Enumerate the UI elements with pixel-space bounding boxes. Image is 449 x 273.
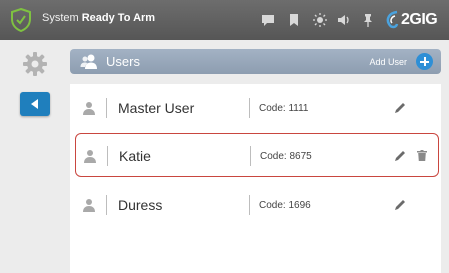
divider [107, 146, 108, 166]
list-item[interactable]: Master User Code: 1111 [70, 86, 441, 130]
system-status: System Ready To Arm [42, 12, 155, 24]
volume-icon[interactable] [336, 12, 352, 28]
users-header: Users Add User [70, 49, 441, 74]
divider [249, 195, 250, 215]
status-state: Ready To Arm [81, 12, 156, 24]
add-user-label[interactable]: Add User [369, 57, 407, 67]
message-icon[interactable] [260, 12, 276, 28]
gear-icon[interactable] [22, 51, 48, 77]
brightness-icon[interactable] [312, 12, 328, 28]
users-icon [80, 54, 97, 69]
person-icon [83, 199, 95, 212]
user-name: Master User [118, 100, 195, 116]
divider [106, 98, 107, 118]
pin-icon[interactable] [360, 12, 376, 28]
user-list: Master User Code: 1111 Katie Code: 8675 [70, 84, 441, 273]
user-code: Code: 1696 [259, 200, 311, 211]
status-bar: System Ready To Arm 2GIG [0, 0, 449, 40]
user-name: Katie [119, 148, 151, 164]
person-icon [83, 102, 95, 115]
brand-logo: 2GIG [385, 9, 438, 31]
user-name: Duress [118, 197, 163, 213]
edit-icon[interactable] [394, 150, 406, 162]
edit-icon[interactable] [394, 102, 406, 114]
person-icon [84, 150, 96, 163]
divider [250, 146, 251, 166]
shield-check-icon[interactable] [10, 8, 32, 32]
list-item[interactable]: Duress Code: 1696 [70, 183, 441, 227]
trash-icon[interactable] [417, 150, 427, 161]
user-code: Code: 8675 [260, 151, 312, 162]
edit-icon[interactable] [394, 199, 406, 211]
list-item-selected[interactable]: Katie Code: 8675 [75, 133, 439, 177]
page-title: Users [106, 54, 140, 69]
back-arrow-icon [31, 99, 38, 109]
divider [249, 98, 250, 118]
bookmark-icon[interactable] [286, 12, 302, 28]
back-button[interactable] [20, 92, 50, 116]
brand-name: 2GIG [401, 11, 438, 28]
user-code: Code: 1111 [259, 103, 309, 114]
status-prefix: System [42, 12, 82, 24]
brand-swirl-icon [386, 10, 399, 29]
divider [106, 195, 107, 215]
plus-icon[interactable] [416, 53, 433, 70]
